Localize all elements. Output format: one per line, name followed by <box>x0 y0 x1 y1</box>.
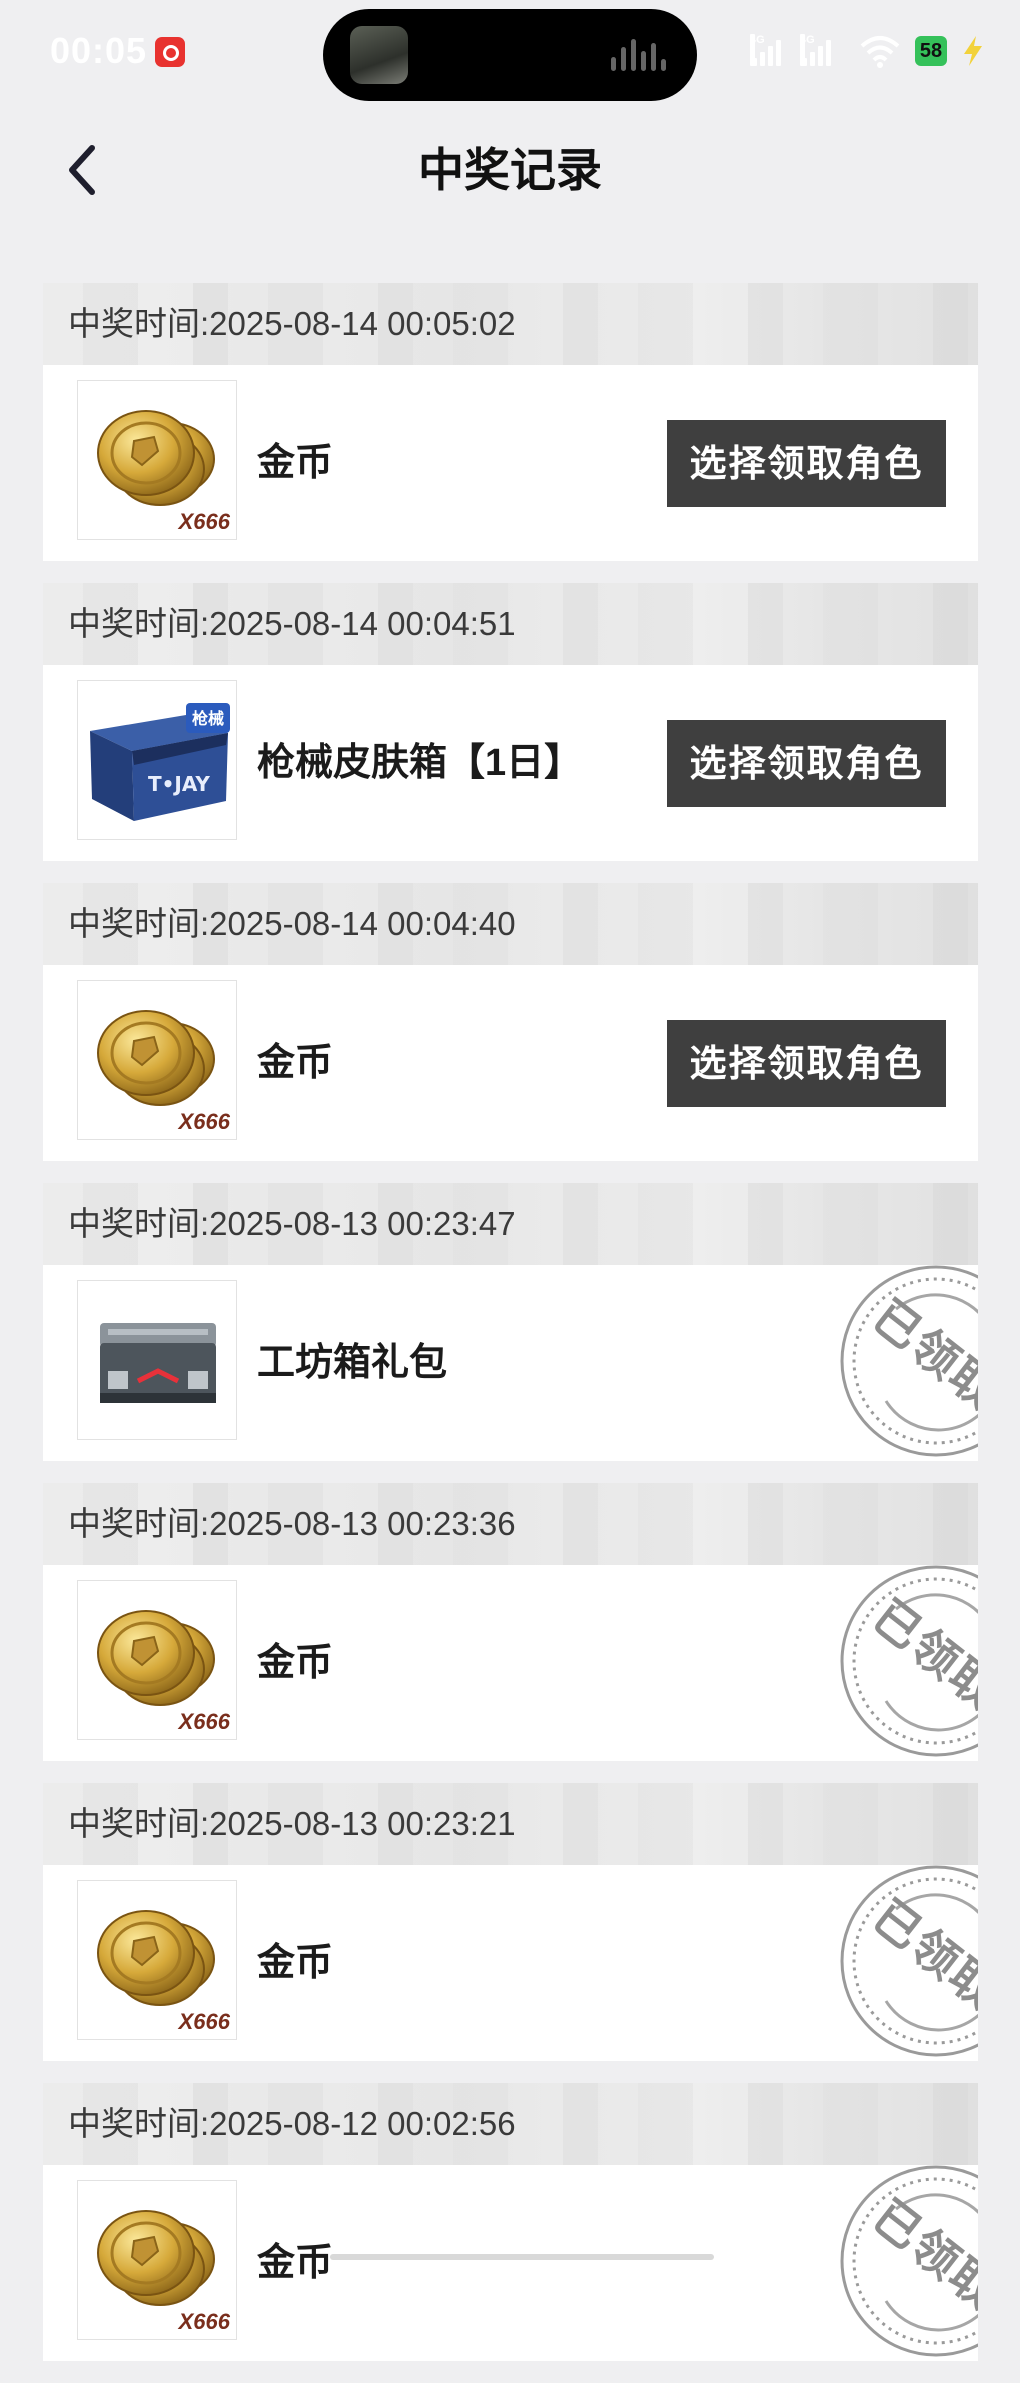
status-icons: 4G 4G 58 <box>720 32 990 72</box>
record-header: 中奖时间:2025-08-14 00:05:02 <box>43 283 978 365</box>
weapon-skin-box-icon: T•JAY 枪械 <box>77 680 237 840</box>
status-time: 00:05 <box>50 30 148 71</box>
record-body: 工坊箱礼包 已领取 <box>43 1265 978 1461</box>
prize-record-card: 中奖时间:2025-08-13 00:23:21 X666 金币 已领取 <box>43 1783 978 2061</box>
workshop-box-icon <box>77 1280 237 1440</box>
page-title: 中奖记录 <box>418 144 602 196</box>
item-quantity: X666 <box>178 509 230 534</box>
item-quantity: X666 <box>178 2009 230 2034</box>
win-time: 中奖时间:2025-08-13 00:23:47 <box>68 1205 516 1242</box>
record-body: X666 金币 选择领取角色 <box>43 365 978 561</box>
scroll-indicator <box>330 2254 714 2260</box>
item-name: 金币 <box>257 1942 334 1984</box>
record-body: X666 金币 选择领取角色 <box>43 965 978 1161</box>
gold-coins-icon: X666 <box>77 980 237 1140</box>
status-bar: 00:05 4G 4G 58 <box>0 0 1020 110</box>
gold-coins-icon: X666 <box>77 1580 237 1740</box>
select-role-claim-button[interactable]: 选择领取角色 <box>667 1020 946 1107</box>
battery-icon: 58 <box>915 36 947 66</box>
record-header: 中奖时间:2025-08-13 00:23:36 <box>43 1483 978 1565</box>
claimed-stamp: 已领取 <box>836 1265 978 1461</box>
claimed-stamp: 已领取 <box>836 1565 978 1761</box>
win-time: 中奖时间:2025-08-14 00:04:51 <box>68 605 516 642</box>
record-header: 中奖时间:2025-08-12 00:02:56 <box>43 2083 978 2165</box>
item-quantity: X666 <box>178 2309 230 2334</box>
record-body: X666 金币 已领取 <box>43 1865 978 2061</box>
win-time: 中奖时间:2025-08-13 00:23:21 <box>68 1805 516 1842</box>
win-time: 中奖时间:2025-08-14 00:04:40 <box>68 905 516 942</box>
prize-record-card: 中奖时间:2025-08-14 00:04:40 X666 金币 选择领取角色 <box>43 883 978 1161</box>
gold-coins-icon: X666 <box>77 2180 237 2340</box>
record-header: 中奖时间:2025-08-14 00:04:51 <box>43 583 978 665</box>
item-name: 金币 <box>257 1642 334 1684</box>
charging-icon <box>964 36 982 66</box>
cell-signal-icon: 4G <box>800 34 836 66</box>
dynamic-island[interactable] <box>323 9 697 101</box>
app-notification-icon <box>155 37 185 67</box>
wifi-icon <box>860 36 900 68</box>
item-name: 金币 <box>257 442 334 484</box>
record-body: T•JAY 枪械 枪械皮肤箱【1日】 选择领取角色 <box>43 665 978 861</box>
media-thumbnail <box>350 26 408 84</box>
item-name: 工坊箱礼包 <box>257 1342 448 1384</box>
claimed-stamp: 已领取 <box>836 1865 978 2061</box>
gold-coins-icon: X666 <box>77 380 237 540</box>
select-role-claim-button[interactable]: 选择领取角色 <box>667 420 946 507</box>
record-body: X666 金币 已领取 <box>43 1565 978 1761</box>
item-name: 枪械皮肤箱【1日】 <box>257 742 583 784</box>
item-quantity: X666 <box>178 1709 230 1734</box>
nav-bar: 中奖记录 <box>0 110 1020 230</box>
audio-wave-icon <box>611 39 669 71</box>
item-name: 金币 <box>257 2242 334 2284</box>
prize-record-card: 中奖时间:2025-08-14 00:04:51 T•JAY 枪械 枪械皮肤箱【… <box>43 583 978 861</box>
record-header: 中奖时间:2025-08-13 00:23:21 <box>43 1783 978 1865</box>
item-tag: 枪械 <box>192 709 224 728</box>
gold-coins-icon: X666 <box>77 1880 237 2040</box>
win-time: 中奖时间:2025-08-12 00:02:56 <box>68 2105 516 2142</box>
prize-record-card: 中奖时间:2025-08-12 00:02:56 X666 金币 已领取 <box>43 2083 978 2361</box>
record-header: 中奖时间:2025-08-13 00:23:47 <box>43 1183 978 1265</box>
item-name: 金币 <box>257 1042 334 1084</box>
prize-record-card: 中奖时间:2025-08-14 00:05:02 X666 金币 选择领取角色 <box>43 283 978 561</box>
claimed-stamp: 已领取 <box>836 2165 978 2361</box>
win-time: 中奖时间:2025-08-13 00:23:36 <box>68 1505 516 1542</box>
svg-text:T•JAY: T•JAY <box>148 772 210 796</box>
record-header: 中奖时间:2025-08-14 00:04:40 <box>43 883 978 965</box>
win-time: 中奖时间:2025-08-14 00:05:02 <box>68 305 516 342</box>
select-role-claim-button[interactable]: 选择领取角色 <box>667 720 946 807</box>
prize-record-card: 中奖时间:2025-08-13 00:23:47 工坊箱礼包 已领取 <box>43 1183 978 1461</box>
record-body: X666 金币 已领取 <box>43 2165 978 2361</box>
item-quantity: X666 <box>178 1109 230 1134</box>
prize-record-list[interactable]: 中奖时间:2025-08-14 00:05:02 X666 金币 选择领取角色 中奖时… <box>43 283 978 2383</box>
prize-record-card: 中奖时间:2025-08-13 00:23:36 X666 金币 已领取 <box>43 1483 978 1761</box>
cell-signal-icon: 4G <box>750 34 786 66</box>
